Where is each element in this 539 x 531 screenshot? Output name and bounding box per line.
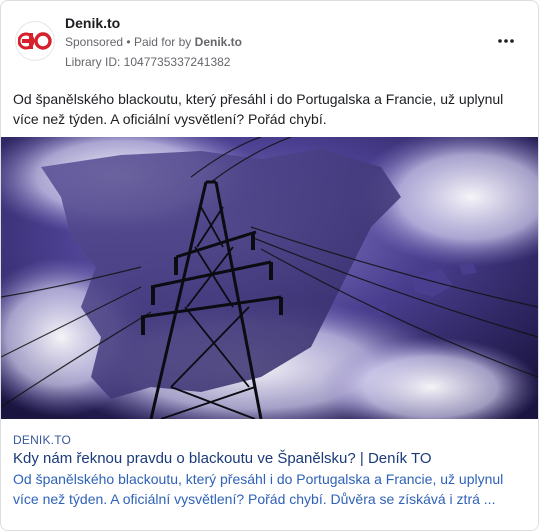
page-name-link[interactable]: Denik.to — [65, 15, 120, 31]
link-domain[interactable]: DENIK.TO — [13, 433, 71, 447]
ad-header: Denik.to Sponsored • Paid for by Denik.t… — [13, 13, 526, 73]
ad-card: Denik.to Sponsored • Paid for by Denik.t… — [0, 0, 539, 531]
link-preview[interactable]: DENIK.TO Kdy nám řeknou pravdu o blackou… — [1, 419, 538, 530]
paid-for-by-name[interactable]: Denik.to — [195, 35, 242, 49]
more-options-button[interactable] — [494, 31, 518, 51]
separator-dot: • — [126, 35, 131, 49]
power-pylon-over-spain-map-image — [1, 137, 538, 419]
link-title[interactable]: Kdy nám řeknou pravdu o blackoutu ve Špa… — [13, 449, 526, 469]
more-horizontal-icon — [498, 39, 514, 43]
denik-to-logo-icon — [18, 32, 52, 50]
library-id: Library ID: 1047735337241382 — [65, 55, 231, 69]
sponsor-line: Sponsored • Paid for by Denik.to — [65, 35, 242, 49]
paid-for-by-label: Paid for by — [133, 35, 192, 49]
link-description[interactable]: Od španělského blackoutu, který přesáhl … — [13, 469, 526, 509]
sponsored-label: Sponsored — [65, 35, 124, 49]
post-text: Od španělského blackoutu, který přesáhl … — [13, 91, 504, 127]
ad-image[interactable] — [1, 137, 538, 419]
avatar[interactable] — [15, 21, 55, 61]
